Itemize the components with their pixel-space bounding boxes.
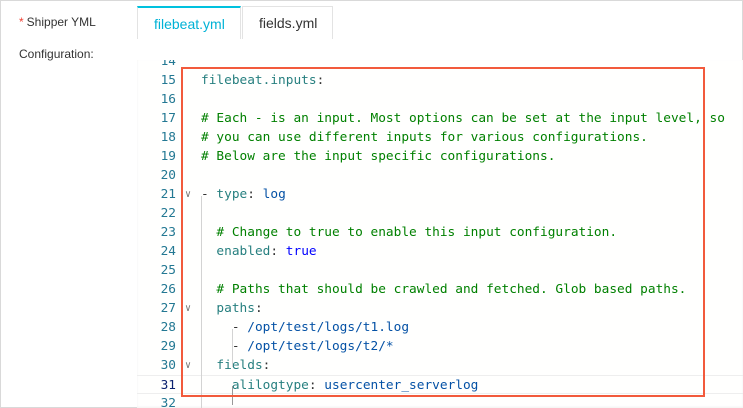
code-line[interactable]: 22: [137, 204, 743, 223]
code-token: /opt/test/logs/t1.log: [247, 319, 410, 335]
code-token: # Change to true to enable this input co…: [216, 224, 618, 240]
line-number: 20: [160, 167, 176, 183]
code-token: :: [270, 243, 286, 259]
code-token: log: [262, 186, 286, 202]
line-number: 23: [160, 224, 176, 240]
code-line[interactable]: 25: [137, 261, 743, 280]
code-line[interactable]: 20: [137, 166, 743, 185]
line-number: 29: [160, 338, 176, 354]
code-text: - /opt/test/logs/t2/*: [201, 337, 394, 356]
code-line[interactable]: 17 # Each - is an input. Most options can…: [137, 109, 743, 128]
code-line[interactable]: 24 enabled: true: [137, 242, 743, 261]
code-text: fields:: [201, 356, 270, 375]
fold-chevron-icon[interactable]: ∨: [185, 185, 191, 204]
code-token: -: [201, 186, 217, 202]
code-token: /opt/test/logs/t2/*: [247, 338, 394, 354]
line-number: 32: [160, 395, 176, 408]
code-line[interactable]: 21 ∨ - type: log: [137, 185, 743, 204]
line-number: 28: [160, 319, 176, 335]
code-token: # Below are the input specific configura…: [201, 148, 556, 164]
code-line[interactable]: 18 # you can use different inputs for var…: [137, 128, 743, 147]
code-line[interactable]: 23 # Change to true to enable this input…: [137, 223, 743, 242]
code-line[interactable]: 14: [137, 60, 743, 71]
line-number: 26: [160, 281, 176, 297]
code-line[interactable]: 29 - /opt/test/logs/t2/*: [137, 337, 743, 356]
tab-filebeat-yml[interactable]: filebeat.yml: [137, 6, 241, 39]
shipper-yml-label: * Shipper YML: [19, 15, 96, 29]
code-text: filebeat.inputs:: [201, 71, 324, 90]
code-token: -: [201, 338, 248, 354]
code-line[interactable]: 31 alilogtype: usercenter_serverlog: [137, 374, 743, 395]
shipper-yml-text: Shipper YML: [26, 15, 96, 29]
code-token: # Each - is an input. Most options can b…: [201, 110, 725, 126]
code-token: :: [247, 186, 263, 202]
code-token: alilogtype: [231, 377, 309, 393]
code-token: # you can use different inputs for vario…: [201, 129, 648, 145]
required-mark: *: [19, 15, 24, 29]
line-number: 22: [160, 205, 176, 221]
code-token: paths: [216, 300, 255, 316]
code-token: type: [216, 186, 248, 202]
code-text: # Paths that should be crawled and fetch…: [201, 280, 686, 299]
code-text: # Each - is an input. Most options can b…: [201, 109, 725, 128]
line-number: 14: [160, 60, 176, 69]
yaml-code-editor[interactable]: 14 15 filebeat.inputs: 16 17 # Each - is an i…: [137, 60, 743, 408]
code-token: enabled: [216, 243, 271, 259]
code-line[interactable]: 19 # Below are the input specific configu…: [137, 147, 743, 166]
line-number: 15: [160, 72, 176, 88]
code-line[interactable]: 16: [137, 90, 743, 109]
line-number: 21: [160, 186, 176, 202]
code-token: filebeat.inputs: [201, 72, 317, 88]
indent-guide: [232, 328, 233, 367]
line-number: 30: [160, 357, 176, 373]
code-text: # Change to true to enable this input co…: [201, 223, 617, 242]
code-token: :: [308, 377, 325, 393]
fold-chevron-icon[interactable]: ∨: [185, 356, 191, 375]
code-line[interactable]: 30 ∨ fields:: [137, 356, 743, 375]
code-token: usercenter_serverlog: [324, 377, 479, 393]
line-number: 16: [160, 91, 176, 107]
code-line[interactable]: 28 - /opt/test/logs/t1.log: [137, 318, 743, 337]
indent-guide: [201, 195, 202, 408]
code-token: fields: [216, 357, 263, 373]
code-token: -: [201, 319, 248, 335]
line-number: 17: [160, 110, 176, 126]
code-text: paths:: [201, 299, 263, 318]
code-line[interactable]: 32: [137, 394, 743, 408]
code-line[interactable]: 27 ∨ paths:: [137, 299, 743, 318]
code-token: true: [285, 243, 317, 259]
line-number: 31: [160, 377, 176, 393]
code-text: enabled: true: [201, 242, 317, 261]
code-line[interactable]: 15 filebeat.inputs:: [137, 71, 743, 90]
file-tabs: filebeat.yml fields.yml: [137, 6, 334, 40]
indent-guide: [232, 385, 233, 405]
line-number: 27: [160, 300, 176, 316]
line-number: 24: [160, 243, 176, 259]
code-token: :: [254, 300, 263, 316]
code-text: # Below are the input specific configura…: [201, 147, 555, 166]
line-number: 19: [160, 148, 176, 164]
line-number: 18: [160, 129, 176, 145]
fold-chevron-icon[interactable]: ∨: [185, 299, 191, 318]
code-text: alilogtype: usercenter_serverlog: [201, 376, 479, 395]
code-token: # Paths that should be crawled and fetch…: [216, 281, 687, 297]
code-token: :: [262, 357, 271, 373]
code-line[interactable]: 26 # Paths that should be crawled and fe…: [137, 280, 743, 299]
tab-fields-yml[interactable]: fields.yml: [242, 6, 333, 39]
code-token: :: [316, 72, 325, 88]
code-text: # you can use different inputs for vario…: [201, 128, 648, 147]
code-text: - type: log: [201, 185, 286, 204]
line-number: 25: [160, 262, 176, 278]
configuration-label: Configuration:: [19, 47, 94, 61]
